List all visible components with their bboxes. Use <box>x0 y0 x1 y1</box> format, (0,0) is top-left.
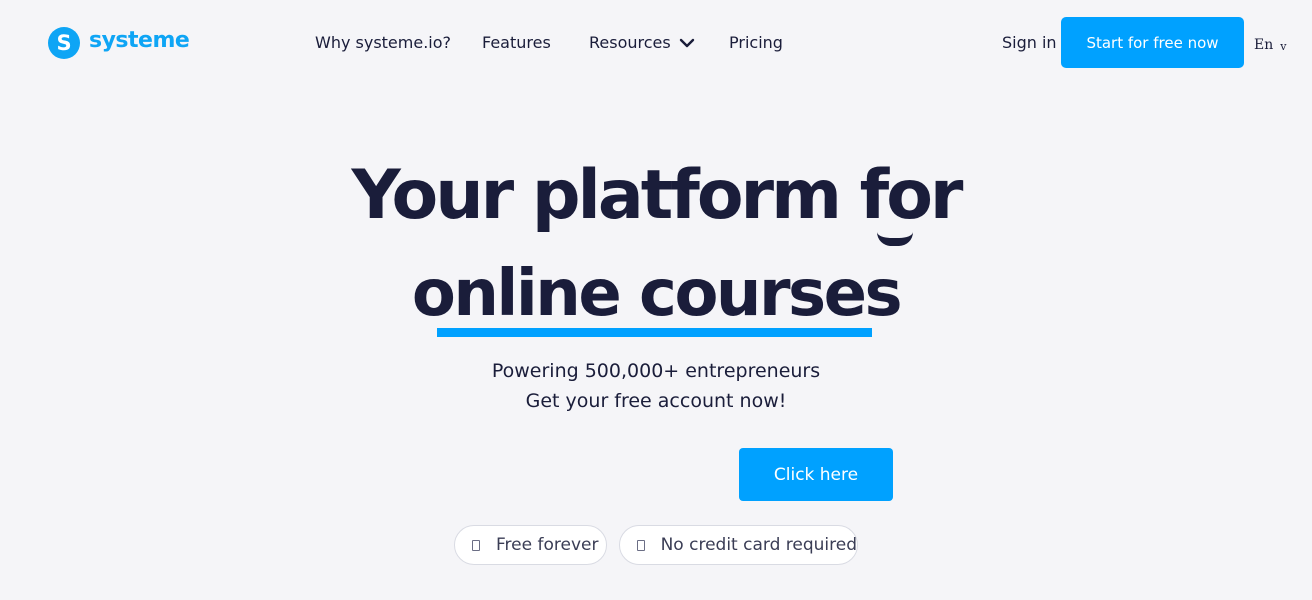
nav-label: Features <box>482 33 551 52</box>
badge-free-forever: Free forever <box>454 525 607 565</box>
language-label: En <box>1254 37 1274 53</box>
nav-resources[interactable]: Resources <box>589 33 695 52</box>
nav-label: Why systeme.io? <box>315 33 452 52</box>
badge-label: No credit card required <box>660 535 857 555</box>
chevron-down-icon <box>679 38 695 48</box>
title-decoration <box>877 232 913 246</box>
landing-page: S systeme Why systeme.io? Features Resou… <box>0 0 1312 600</box>
sign-in-link[interactable]: Sign in <box>1002 33 1057 52</box>
hero-title-line2: online courses <box>411 257 903 331</box>
click-here-button[interactable]: Click here <box>739 448 893 501</box>
start-free-button[interactable]: Start for free now <box>1061 17 1244 68</box>
logo-mark-icon: S <box>48 27 80 59</box>
check-icon <box>637 539 646 551</box>
nav-pricing[interactable]: Pricing <box>729 33 783 52</box>
nav-why-systeme[interactable]: Why systeme.io? <box>315 33 451 52</box>
badge-no-credit-card: No credit card required <box>619 525 858 565</box>
hero-title-line1: Your platform for <box>351 156 964 235</box>
language-selector[interactable]: En v <box>1254 37 1286 53</box>
nav-label: Pricing <box>729 33 783 52</box>
logo[interactable]: S systeme <box>48 27 190 59</box>
caret-down-icon: v <box>1280 39 1287 53</box>
hero-subtitle-line2: Get your free account now! <box>525 390 787 412</box>
hero-subtitle-line1: Powering 500,000+ entrepreneurs <box>491 360 821 382</box>
nav-features[interactable]: Features <box>482 33 551 52</box>
badge-label: Free forever <box>496 535 599 555</box>
check-icon <box>471 539 481 551</box>
nav-label: Resources <box>589 33 671 52</box>
logo-text: systeme <box>89 27 190 53</box>
